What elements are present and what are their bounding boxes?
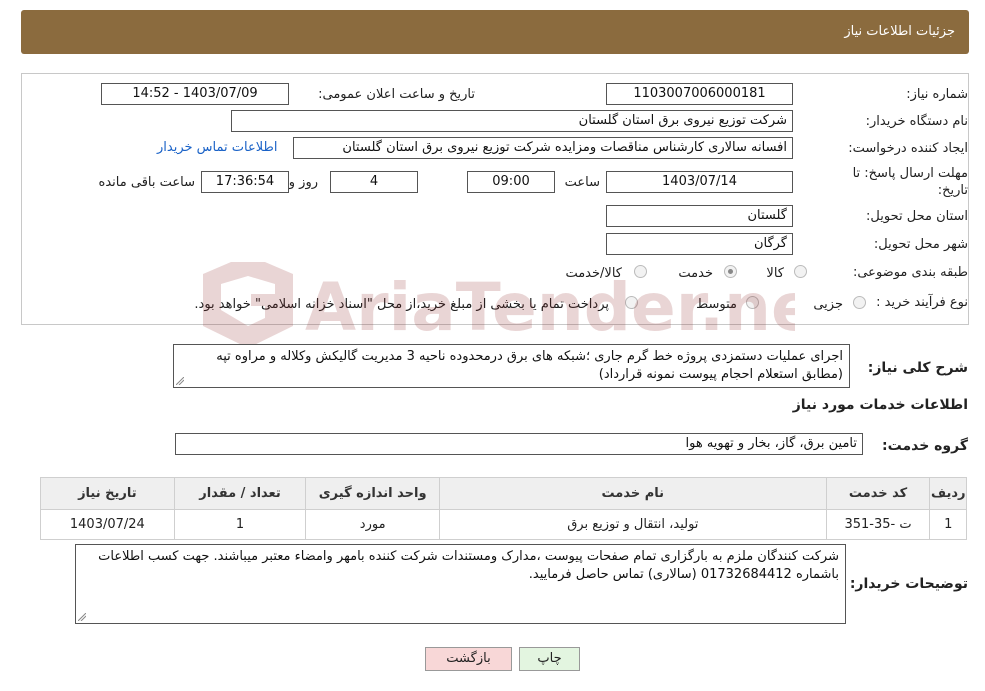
cell-quantity: 1 [173, 509, 307, 540]
process-option-medium-radio[interactable] [746, 296, 759, 309]
category-label: طبقه بندی موضوعی: [852, 265, 968, 280]
deadline-time-label: ساعت [564, 175, 600, 190]
treasury-payment-checkbox[interactable] [625, 296, 638, 309]
service-group-field[interactable]: تامین برق، گاز، بخار و تهویه هوا [175, 433, 863, 455]
province-field[interactable]: گلستان [606, 205, 793, 227]
days-label: روز و [288, 175, 318, 190]
treasury-payment-note: پرداخت تمام یا بخشی از مبلغ خرید،از محل … [194, 297, 609, 312]
announce-label: تاریخ و ساعت اعلان عمومی: [318, 87, 475, 102]
column-header-quantity: تعداد / مقدار [173, 477, 307, 510]
cell-row-number: 1 [929, 509, 967, 540]
cell-service-code: ت -35-351 [825, 509, 931, 540]
process-option-medium-label: متوسط [696, 297, 737, 312]
column-header-need-date: تاریخ نیاز [40, 477, 175, 510]
buyer-label: نام دستگاه خریدار: [865, 114, 968, 129]
back-button[interactable]: بازگشت [425, 647, 512, 671]
remaining-time-field[interactable]: 17:36:54 [201, 171, 289, 193]
need-number-field[interactable]: 1103007006000181 [606, 83, 793, 105]
description-textarea[interactable]: اجرای عملیات دستمزدی پروژه خط گرم جاری ؛… [173, 344, 850, 388]
deadline-label-2: تاریخ: [937, 183, 968, 198]
cell-service-name: تولید، انتقال و توزیع برق [439, 509, 827, 540]
cell-need-date: 1403/07/24 [40, 509, 175, 540]
services-table-header: ردیف کد خدمت نام خدمت واحد اندازه گیری ت… [40, 477, 967, 510]
creator-label: ایجاد کننده درخواست: [848, 141, 968, 156]
category-option-goods-label: کالا [766, 266, 784, 281]
page-title: جزئیات اطلاعات نیاز [844, 24, 955, 39]
remaining-time-label: ساعت باقی مانده [98, 175, 195, 190]
process-option-minor-radio[interactable] [853, 296, 866, 309]
description-text: اجرای عملیات دستمزدی پروژه خط گرم جاری ؛… [216, 349, 843, 382]
print-button[interactable]: چاپ [519, 647, 580, 671]
province-label: استان محل تحویل: [866, 209, 968, 224]
category-option-service-label: خدمت [678, 266, 713, 281]
process-label: نوع فرآیند خرید : [876, 295, 968, 310]
description-label: شرح کلی نیاز: [867, 360, 968, 376]
need-number-label: شماره نیاز: [906, 87, 968, 102]
table-row: 1 ت -35-351 تولید، انتقال و توزیع برق مو… [40, 509, 967, 540]
category-option-goods-service-radio[interactable] [634, 265, 647, 278]
buyer-notes-label: توضیحات خریدار: [849, 576, 968, 592]
buyer-contact-link[interactable]: اطلاعات تماس خریدار [157, 140, 277, 155]
days-remaining-field[interactable]: 4 [330, 171, 418, 193]
deadline-label: مهلت ارسال پاسخ: تا [852, 166, 968, 181]
services-section-title: اطلاعات خدمات مورد نیاز [792, 397, 968, 413]
category-option-service-radio[interactable] [724, 265, 737, 278]
creator-field[interactable]: افسانه سالاری کارشناس مناقصات ومزایده شر… [293, 137, 793, 159]
services-table: ردیف کد خدمت نام خدمت واحد اندازه گیری ت… [40, 477, 967, 540]
city-field[interactable]: گرگان [606, 233, 793, 255]
category-option-goods-service-label: کالا/خدمت [565, 266, 622, 281]
city-label: شهر محل تحویل: [873, 237, 968, 252]
deadline-time-field[interactable]: 09:00 [467, 171, 555, 193]
buyer-field[interactable]: شرکت توزیع نیروی برق استان گلستان [231, 110, 793, 132]
column-header-row-number: ردیف [929, 477, 967, 510]
process-option-minor-label: جزیی [813, 297, 843, 312]
buyer-notes-textarea[interactable]: شرکت کنندگان ملزم به بارگزاری تمام صفحات… [75, 544, 846, 624]
announce-datetime-field[interactable]: 1403/07/09 - 14:52 [101, 83, 289, 105]
column-header-service-code: کد خدمت [825, 477, 931, 510]
column-header-unit: واحد اندازه گیری [305, 477, 440, 510]
service-group-label: گروه خدمت: [882, 438, 968, 454]
resize-grip-icon[interactable] [78, 613, 86, 621]
cell-unit: مورد [305, 509, 440, 540]
page-header: جزئیات اطلاعات نیاز [21, 10, 969, 54]
category-option-goods-radio[interactable] [794, 265, 807, 278]
deadline-date-field[interactable]: 1403/07/14 [606, 171, 793, 193]
resize-grip-icon[interactable] [176, 377, 184, 385]
buyer-notes-text: شرکت کنندگان ملزم به بارگزاری تمام صفحات… [98, 549, 839, 582]
column-header-service-name: نام خدمت [439, 477, 827, 510]
